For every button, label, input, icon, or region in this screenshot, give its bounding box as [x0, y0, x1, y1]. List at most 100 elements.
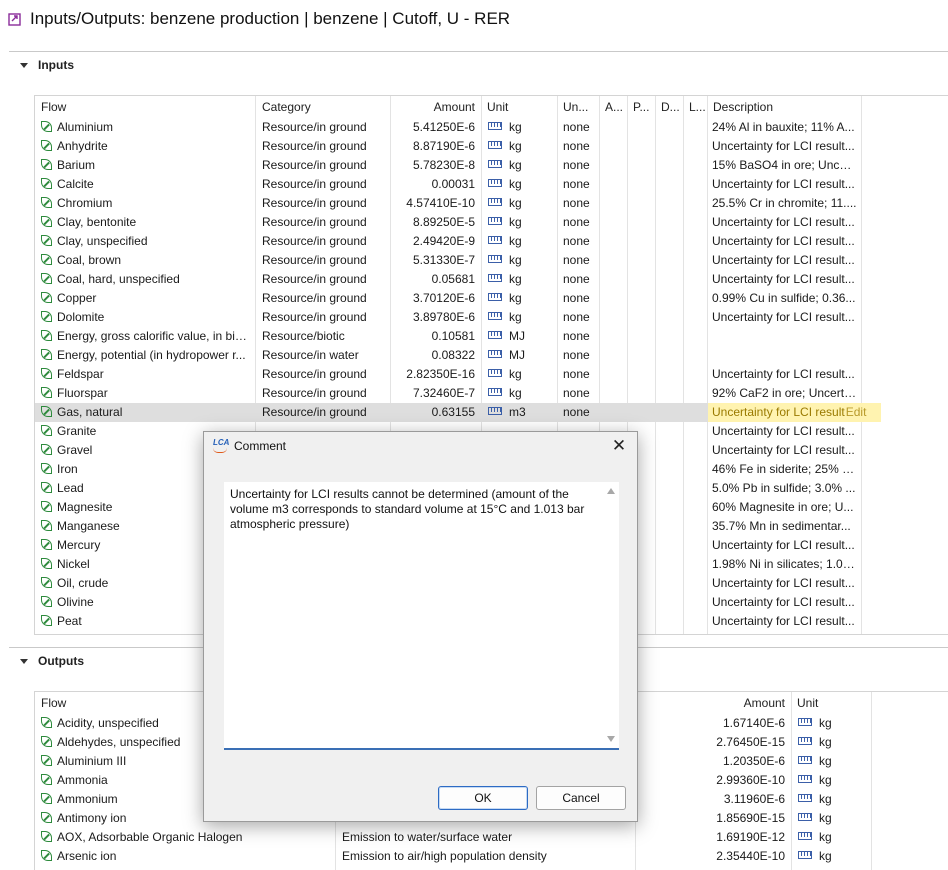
uncertainty-cell[interactable]: none: [559, 308, 599, 327]
description-cell[interactable]: 46% Fe in siderite; 25% F...: [708, 460, 861, 479]
column-header-unit[interactable]: Unit: [481, 96, 557, 118]
amount-cell[interactable]: 0.63155: [391, 403, 479, 422]
column-header-category[interactable]: Category: [256, 96, 390, 118]
uncertainty-cell[interactable]: none: [559, 175, 599, 194]
amount-cell[interactable]: 3.11960E-6: [701, 790, 789, 809]
description-cell[interactable]: 60% Magnesite in ore; U...: [708, 498, 861, 517]
description-cell[interactable]: Uncertainty for LCI result...: [708, 175, 861, 194]
table-row[interactable]: Energy, potential (in hydropower r... Res…: [35, 346, 861, 365]
amount-cell[interactable]: 0.00031: [391, 175, 479, 194]
amount-cell[interactable]: 2.82350E-16: [391, 365, 479, 384]
amount-cell[interactable]: 8.89250E-5: [391, 213, 479, 232]
unit-cell[interactable]: MJ: [482, 327, 557, 346]
amount-cell[interactable]: 1.67140E-6: [701, 714, 789, 733]
unit-cell[interactable]: kg: [482, 213, 557, 232]
unit-cell[interactable]: kg: [482, 194, 557, 213]
amount-cell[interactable]: 5.78230E-8: [391, 156, 479, 175]
unit-cell[interactable]: kg: [792, 752, 871, 771]
unit-cell[interactable]: kg: [482, 384, 557, 403]
amount-cell[interactable]: 1.20350E-6: [701, 752, 789, 771]
uncertainty-cell[interactable]: none: [559, 232, 599, 251]
column-header-avoided[interactable]: A...: [599, 96, 627, 118]
amount-cell[interactable]: 0.08322: [391, 346, 479, 365]
unit-cell[interactable]: kg: [482, 308, 557, 327]
uncertainty-cell[interactable]: none: [559, 137, 599, 156]
uncertainty-cell[interactable]: none: [559, 270, 599, 289]
amount-cell[interactable]: 2.49420E-9: [391, 232, 479, 251]
description-cell[interactable]: 0.99% Cu in sulfide; 0.36...: [708, 289, 861, 308]
ok-button[interactable]: OK: [438, 786, 528, 810]
unit-cell[interactable]: kg: [792, 714, 871, 733]
description-cell[interactable]: [708, 327, 861, 346]
amount-cell[interactable]: 3.70120E-6: [391, 289, 479, 308]
outputs-section-header[interactable]: Outputs: [16, 650, 84, 672]
table-row[interactable]: Feldspar Resource/in ground 2.82350E-16 kg n…: [35, 365, 861, 384]
unit-cell[interactable]: kg: [482, 232, 557, 251]
description-cell[interactable]: Uncertainty for LCI result...: [708, 251, 861, 270]
table-row[interactable]: Dolomite Resource/in ground 3.89780E-6 kg no…: [35, 308, 861, 327]
unit-cell[interactable]: MJ: [482, 346, 557, 365]
unit-cell[interactable]: kg: [482, 270, 557, 289]
table-row[interactable]: AOX, Adsorbable Organic Halogen Emission …: [35, 828, 871, 847]
uncertainty-cell[interactable]: none: [559, 346, 599, 365]
table-row[interactable]: Clay, unspecified Resource/in ground 2.494…: [35, 232, 861, 251]
scroll-down-icon[interactable]: [607, 736, 615, 742]
uncertainty-cell[interactable]: none: [559, 365, 599, 384]
column-header-flow[interactable]: Flow: [35, 96, 255, 118]
table-row[interactable]: Arsenic ion Emission to air/high populati…: [35, 847, 871, 866]
unit-cell[interactable]: kg: [482, 118, 557, 137]
column-header-data-quality[interactable]: D...: [655, 96, 683, 118]
table-row[interactable]: Clay, bentonite Resource/in ground 8.89250…: [35, 213, 861, 232]
unit-cell[interactable]: kg: [482, 289, 557, 308]
table-row[interactable]: Chromium Resource/in ground 4.57410E-10 kg n…: [35, 194, 861, 213]
edit-link[interactable]: Edit: [846, 405, 867, 419]
description-cell[interactable]: 15% BaSO4 in ore; Uncer...: [708, 156, 861, 175]
uncertainty-cell[interactable]: none: [559, 384, 599, 403]
unit-cell[interactable]: kg: [792, 733, 871, 752]
description-cell[interactable]: Uncertainty for LCI result...: [708, 574, 861, 593]
amount-cell[interactable]: 1.69190E-12: [701, 828, 789, 847]
column-header-location[interactable]: L...: [683, 96, 707, 118]
description-cell[interactable]: Uncertainty for LCI result...: [708, 270, 861, 289]
description-cell[interactable]: Uncertainty for LCI resultEdit: [708, 403, 881, 422]
table-row[interactable]: Calcite Resource/in ground 0.00031 kg none Un…: [35, 175, 861, 194]
uncertainty-cell[interactable]: none: [559, 251, 599, 270]
table-row[interactable]: Gas, natural Resource/in ground 0.63155 m3 n…: [35, 403, 881, 422]
column-header-description[interactable]: Description: [707, 96, 861, 118]
description-cell[interactable]: Uncertainty for LCI result...: [708, 536, 861, 555]
description-cell[interactable]: Uncertainty for LCI result...: [708, 137, 861, 156]
comment-scrollbar[interactable]: [603, 482, 619, 748]
amount-cell[interactable]: 2.99360E-10: [701, 771, 789, 790]
column-header-amount[interactable]: Amount: [701, 692, 791, 714]
uncertainty-cell[interactable]: none: [559, 194, 599, 213]
column-header-amount[interactable]: Amount: [391, 96, 481, 118]
table-row[interactable]: Anhydrite Resource/in ground 8.87190E-6 kg n…: [35, 137, 861, 156]
table-row[interactable]: Fluorspar Resource/in ground 7.32460E-7 kg n…: [35, 384, 861, 403]
uncertainty-cell[interactable]: none: [559, 118, 599, 137]
description-cell[interactable]: Uncertainty for LCI result...: [708, 441, 861, 460]
unit-cell[interactable]: kg: [792, 809, 871, 828]
column-header-unit[interactable]: Unit: [791, 692, 871, 714]
unit-cell[interactable]: kg: [792, 828, 871, 847]
uncertainty-cell[interactable]: none: [559, 213, 599, 232]
amount-cell[interactable]: 7.32460E-7: [391, 384, 479, 403]
comment-textarea[interactable]: Uncertainty for LCI results cannot be de…: [224, 482, 619, 750]
cancel-button[interactable]: Cancel: [536, 786, 626, 810]
inputs-section-header[interactable]: Inputs: [16, 54, 74, 76]
amount-cell[interactable]: 2.76450E-15: [701, 733, 789, 752]
description-cell[interactable]: Uncertainty for LCI result...: [708, 365, 861, 384]
expand-collapse-icon[interactable]: [16, 653, 32, 669]
table-row[interactable]: Copper Resource/in ground 3.70120E-6 kg none…: [35, 289, 861, 308]
uncertainty-cell[interactable]: none: [559, 327, 599, 346]
table-row[interactable]: Aluminium Resource/in ground 5.41250E-6 kg n…: [35, 118, 861, 137]
description-cell[interactable]: 1.98% Ni in silicates; 1.04...: [708, 555, 861, 574]
unit-cell[interactable]: kg: [482, 365, 557, 384]
description-cell[interactable]: Uncertainty for LCI result...: [708, 422, 861, 441]
uncertainty-cell[interactable]: none: [559, 403, 599, 422]
description-cell[interactable]: Uncertainty for LCI result...: [708, 593, 861, 612]
description-cell[interactable]: 25.5% Cr in chromite; 11....: [708, 194, 861, 213]
unit-cell[interactable]: kg: [482, 137, 557, 156]
scroll-up-icon[interactable]: [607, 488, 615, 494]
unit-cell[interactable]: kg: [792, 790, 871, 809]
unit-cell[interactable]: kg: [482, 251, 557, 270]
